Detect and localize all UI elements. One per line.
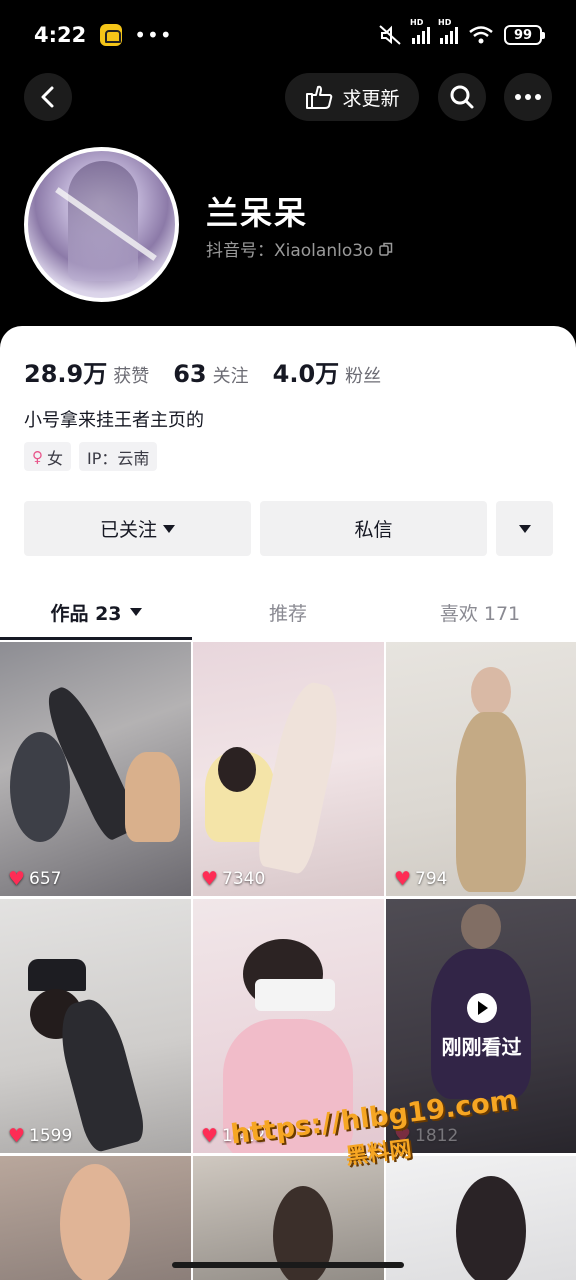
message-label: 私信 (354, 519, 393, 541)
profile-sheet: 28.9万 获赞 63 关注 4.0万 粉丝 小号拿来挂王者主页的 ♀ 女 IP… (0, 326, 576, 1280)
video-thumbnail[interactable]: ♥ 657 (0, 642, 191, 896)
following-label[interactable]: 关注 (213, 362, 249, 388)
avatar[interactable] (24, 147, 179, 302)
video-thumbnail[interactable] (386, 1156, 576, 1280)
copy-icon[interactable] (379, 242, 393, 256)
like-count: ♥ 1412 (201, 1125, 266, 1147)
recently-watched-label: 刚刚看过 (441, 1034, 522, 1059)
like-count: ♥ 1812 (394, 1125, 459, 1147)
hand-point-icon (306, 85, 333, 109)
followed-label: 已关注 (99, 519, 157, 541)
video-thumbnail[interactable]: 刚刚看过 ♥ 1812 (386, 899, 576, 1153)
more-actions-button[interactable] (496, 501, 553, 556)
status-time: 4:22 (34, 23, 87, 47)
tab-liked-label: 喜欢 171 (439, 602, 521, 625)
content-tabs: 作品 23 推荐 喜欢 171 (0, 584, 576, 640)
tab-works-label: 作品 23 (50, 602, 122, 625)
bio: 小号拿来挂王者主页的 (24, 410, 204, 431)
heart-icon: ♥ (201, 1125, 219, 1147)
likes-count: 28.9万 (24, 360, 108, 388)
tab-works[interactable]: 作品 23 (0, 584, 192, 640)
video-thumbnail[interactable]: ♥ 1412 (193, 899, 384, 1153)
profile-stats: 28.9万 获赞 63 关注 4.0万 粉丝 (24, 354, 405, 389)
female-icon: ♀ (32, 447, 43, 466)
request-update-button[interactable]: 求更新 (285, 73, 419, 121)
request-update-label: 求更新 (342, 87, 400, 110)
signal-icon: HD (438, 18, 458, 44)
caret-down-icon (129, 608, 142, 616)
signal-icon: HD (410, 18, 430, 44)
more-button[interactable] (504, 73, 552, 121)
back-button[interactable] (24, 73, 72, 121)
status-bar: 4:22 ••• HD HD 99 (0, 0, 576, 70)
video-thumbnail[interactable]: ♥ 7340 (193, 642, 384, 896)
gender-label: 女 (47, 448, 64, 468)
like-count: ♥ 7340 (201, 868, 266, 890)
video-grid: ♥ 657 ♥ 7340 ♥ 794 ♥ 1599 ♥ 1412 刚刚看过 ♥ … (0, 642, 576, 1280)
search-button[interactable] (438, 73, 486, 121)
tab-recommended[interactable]: 推荐 (192, 584, 384, 640)
tab-recommended-label: 推荐 (268, 602, 307, 625)
heart-icon: ♥ (394, 868, 412, 890)
battery-level: 99 (513, 27, 533, 43)
app-badge-icon (100, 24, 123, 46)
back-icon (41, 86, 54, 108)
mute-icon (379, 25, 401, 45)
caret-down-icon (163, 524, 175, 533)
heart-icon: ♥ (8, 1125, 26, 1147)
gender-tag: ♀ 女 (24, 442, 72, 471)
video-thumbnail[interactable]: ♥ 1599 (0, 899, 191, 1153)
status-icons: HD HD 99 (378, 18, 545, 45)
recently-watched-overlay: 刚刚看过 (386, 899, 576, 1153)
play-icon (466, 992, 497, 1023)
likes-label: 获赞 (113, 366, 150, 387)
battery-icon: 99 (504, 25, 545, 45)
search-icon (450, 85, 474, 109)
nickname: 兰呆呆 (206, 194, 309, 232)
followers-count[interactable]: 4.0万 (273, 354, 340, 389)
tab-liked[interactable]: 喜欢 171 (384, 584, 576, 640)
ip-label: IP：云南 (87, 448, 150, 468)
like-count: ♥ 657 (8, 868, 62, 890)
profile-tags: ♀ 女 IP：云南 (24, 442, 158, 471)
more-icon (515, 94, 541, 100)
followers-label[interactable]: 粉丝 (345, 362, 381, 388)
video-thumbnail[interactable] (0, 1156, 191, 1280)
video-thumbnail[interactable]: ♥ 794 (386, 642, 576, 896)
followed-button[interactable]: 已关注 (24, 501, 251, 556)
douyin-id-text: 抖音号：Xiaolanlo3o (206, 241, 374, 261)
message-button[interactable]: 私信 (260, 501, 487, 556)
douyin-id[interactable]: 抖音号：Xiaolanlo3o (206, 236, 393, 261)
more-notifications-icon: ••• (134, 23, 173, 47)
ip-tag: IP：云南 (79, 442, 158, 471)
heart-icon: ♥ (8, 868, 26, 890)
home-indicator[interactable] (172, 1262, 404, 1268)
following-count[interactable]: 63 (173, 360, 206, 388)
heart-icon: ♥ (394, 1125, 412, 1147)
profile-actions: 已关注 私信 (24, 501, 553, 556)
wifi-icon (469, 26, 493, 44)
caret-down-icon (518, 524, 531, 533)
like-count: ♥ 794 (394, 868, 448, 890)
like-count: ♥ 1599 (8, 1125, 73, 1147)
heart-icon: ♥ (201, 868, 219, 890)
